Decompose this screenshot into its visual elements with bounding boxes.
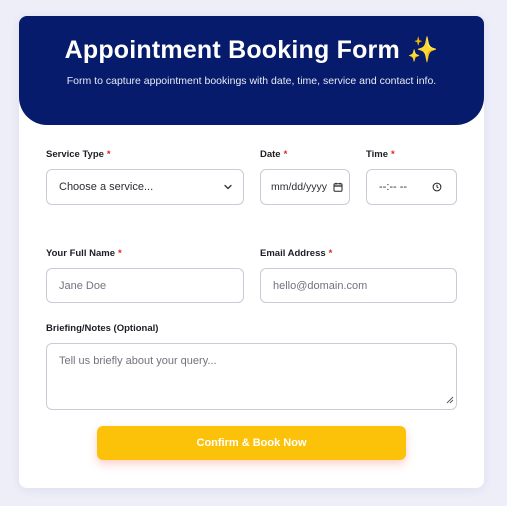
required-marker: * [106, 149, 111, 160]
email-label-text: Email Address [260, 248, 326, 259]
form-subtitle: Form to capture appointment bookings wit… [66, 75, 437, 87]
full-name-field[interactable]: Jane Doe [46, 268, 244, 303]
calendar-icon[interactable] [333, 182, 343, 192]
service-type-label-text: Service Type [46, 149, 104, 160]
date-label-text: Date [260, 149, 281, 160]
time-label-text: Time [366, 149, 389, 160]
page-title: Appointment Booking Form ✨ [19, 36, 484, 65]
time-label: Time * [366, 149, 395, 160]
full-name-placeholder: Jane Doe [59, 279, 107, 292]
confirm-book-button[interactable]: Confirm & Book Now [97, 426, 406, 460]
clock-icon[interactable] [432, 182, 442, 192]
service-type-select[interactable]: Choose a service... [46, 169, 244, 205]
required-marker: * [283, 149, 288, 160]
service-type-label: Service Type * [46, 149, 111, 160]
sparkles-icon: ✨ [407, 36, 439, 64]
notes-label-text: Briefing/Notes (Optional) [46, 323, 159, 334]
full-name-label-text: Your Full Name [46, 248, 115, 259]
required-marker: * [117, 248, 122, 259]
resize-handle-icon[interactable] [446, 395, 454, 407]
notes-placeholder: Tell us briefly about your query... [59, 355, 217, 367]
form-header: Appointment Booking Form ✨ Form to captu… [19, 16, 484, 125]
date-label: Date * [260, 149, 287, 160]
email-label: Email Address * [260, 248, 332, 259]
booking-card: Appointment Booking Form ✨ Form to captu… [19, 16, 484, 488]
date-value: mm/dd/yyyy [271, 181, 328, 193]
time-input[interactable]: --:-- -- [366, 169, 457, 205]
required-marker: * [328, 248, 333, 259]
chevron-down-icon [223, 182, 233, 192]
email-field[interactable]: hello@domain.com [260, 268, 457, 303]
required-marker: * [391, 149, 395, 160]
title-text: Appointment Booking Form [64, 36, 400, 64]
notes-textarea[interactable]: Tell us briefly about your query... [46, 343, 457, 410]
notes-label: Briefing/Notes (Optional) [46, 323, 158, 334]
time-value: --:-- -- [379, 181, 408, 193]
full-name-label: Your Full Name * [46, 248, 122, 259]
date-input[interactable]: mm/dd/yyyy [260, 169, 350, 205]
service-type-selected: Choose a service... [59, 181, 154, 193]
email-placeholder: hello@domain.com [273, 279, 368, 292]
